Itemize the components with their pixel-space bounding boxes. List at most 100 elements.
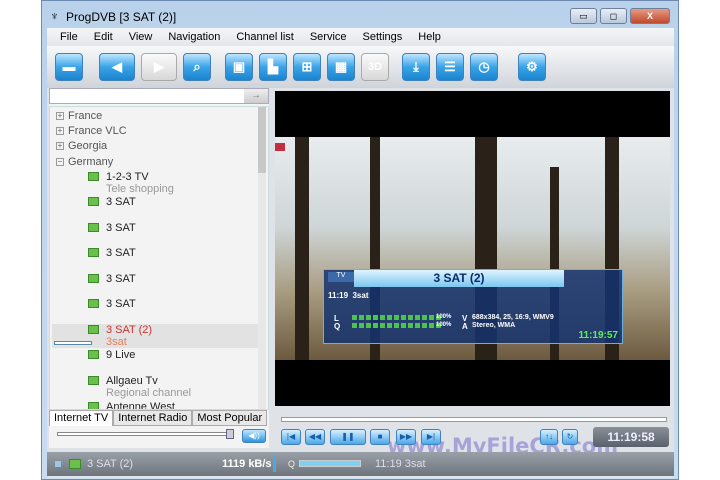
group-label: Georgia xyxy=(68,140,108,152)
tv-icon xyxy=(88,299,99,308)
level-indicator xyxy=(273,456,276,472)
tab-internet-tv[interactable]: Internet TV xyxy=(49,410,114,426)
fast-forward-button[interactable]: ▶▶ xyxy=(396,429,416,445)
channel-name: 3 SAT (2) xyxy=(106,324,153,336)
tv-icon xyxy=(88,350,99,359)
close-button[interactable]: X xyxy=(630,8,670,24)
maximize-button[interactable]: ◻ xyxy=(600,8,627,24)
pause-button[interactable]: ❚❚ xyxy=(330,429,366,445)
volume-slider[interactable] xyxy=(57,429,234,439)
prev-button[interactable]: |◀ xyxy=(281,429,301,445)
tree-group-france-vlc[interactable]: + France VLC xyxy=(56,125,127,137)
audio-tracks-icon[interactable]: ↑↓ xyxy=(540,429,558,445)
player-clock: 11:19:58 xyxy=(593,427,669,447)
osd-panel: TV 3 SAT (2) 11:19 3sat L Q 100% 100% V … xyxy=(323,269,623,344)
osd-video-info: 688x384, 25, 16:9, WMV9 xyxy=(472,314,554,321)
next-button[interactable]: ▶| xyxy=(421,429,441,445)
channel-tree: + France + France VLC + Georgia − Germany 1-… xyxy=(49,106,269,410)
menu-file[interactable]: File xyxy=(60,28,78,46)
grid-4-icon[interactable]: ⊞ xyxy=(293,53,321,81)
refresh-icon[interactable]: ↻ xyxy=(562,429,578,445)
tree-group-germany[interactable]: − Germany xyxy=(56,156,113,168)
tv-icon xyxy=(88,325,99,334)
scheduler-icon[interactable]: ◷ xyxy=(470,53,498,81)
rewind-button[interactable]: ◀◀ xyxy=(305,429,325,445)
quality-meter xyxy=(299,460,361,467)
tab-internet-radio[interactable]: Internet Radio xyxy=(113,410,193,426)
channel-name: 3 SAT xyxy=(106,298,136,310)
settings-icon[interactable]: ⚙ xyxy=(518,53,546,81)
expand-icon[interactable]: + xyxy=(56,142,64,150)
group-label: Germany xyxy=(68,156,114,168)
tree-group-georgia[interactable]: + Georgia xyxy=(56,140,107,152)
channel-sub: Regional channel xyxy=(106,387,192,399)
corner-mode-icon[interactable]: ▙ xyxy=(259,53,287,81)
osd-quality: 100% xyxy=(436,322,452,328)
channel-name: 9 Live xyxy=(106,349,136,361)
channel-search-input[interactable]: → xyxy=(49,88,269,104)
3d-icon[interactable]: 3D xyxy=(361,53,389,81)
toolbar: ▬ ◀ ▶ ⌕ ▣ ▙ ⊞ ▦ 3D ⤓ ☰ ◷ ⚙ xyxy=(47,46,674,88)
channel-name: Antenne West xyxy=(106,401,175,410)
status-q-label: Q xyxy=(288,459,296,469)
minimize-button[interactable]: ▭ xyxy=(570,8,597,24)
menu-navigation[interactable]: Navigation xyxy=(168,28,220,46)
status-bar: 3 SAT (2) 1119 kB/s Q 11:19 3sat xyxy=(47,452,674,476)
menu-edit[interactable]: Edit xyxy=(94,28,113,46)
osd-time: 11:19 xyxy=(328,291,349,300)
collapse-icon[interactable]: − xyxy=(56,158,64,166)
menu-service[interactable]: Service xyxy=(310,28,347,46)
forward-icon[interactable]: ▶ xyxy=(141,53,177,81)
tv-icon xyxy=(88,274,99,283)
app-icon: ♆ xyxy=(50,9,59,23)
title-bar: ♆ ProgDVB [3 SAT (2)] ▭ ◻ X xyxy=(42,1,678,29)
list-icon[interactable]: ☰ xyxy=(436,53,464,81)
menu-settings[interactable]: Settings xyxy=(363,28,403,46)
tab-most-popular[interactable]: Most Popular xyxy=(192,410,268,426)
search-icon[interactable]: ⌕ xyxy=(183,53,211,81)
record-icon[interactable]: ⤓ xyxy=(402,53,430,81)
menu-channel-list[interactable]: Channel list xyxy=(236,28,293,46)
channel-name: 3 SAT xyxy=(106,222,136,234)
status-channel: 3 SAT (2) xyxy=(87,458,134,470)
channel-sub: Tele shopping xyxy=(106,183,174,195)
tv-icon xyxy=(88,376,99,385)
status-indicator-icon xyxy=(55,461,61,467)
mute-button[interactable]: ◀)) xyxy=(242,429,266,443)
menu-bar: File Edit View Navigation Channel list S… xyxy=(47,28,674,46)
tv-icon xyxy=(88,197,99,206)
quality-bar xyxy=(352,323,442,328)
osd-level: 100% xyxy=(436,314,452,320)
open-folder-icon[interactable]: ▬ xyxy=(55,53,83,81)
osd-clock: 11:19:57 xyxy=(578,330,618,341)
slider-knob[interactable] xyxy=(226,429,234,439)
video-panel[interactable]: TV 3 SAT (2) 11:19 3sat L Q 100% 100% V … xyxy=(275,91,670,406)
channel-name: 1-2-3 TV xyxy=(106,171,149,183)
status-epg: 11:19 3sat xyxy=(375,458,426,470)
channel-name: 3 SAT xyxy=(106,247,136,259)
tv-icon xyxy=(88,172,99,181)
tree-scrollbar[interactable] xyxy=(258,107,266,409)
back-icon[interactable]: ◀ xyxy=(99,53,135,81)
seek-bar[interactable] xyxy=(281,417,667,422)
scroll-thumb[interactable] xyxy=(258,107,266,173)
search-go-button[interactable]: → xyxy=(244,89,268,103)
expand-icon[interactable]: + xyxy=(56,127,64,135)
osd-program: 3sat xyxy=(352,291,369,300)
window-mode-icon[interactable]: ▣ xyxy=(225,53,253,81)
expand-icon[interactable]: + xyxy=(56,112,64,120)
osd-type: TV xyxy=(328,272,354,282)
tree-group-france[interactable]: + France xyxy=(56,110,102,122)
stop-button[interactable]: ■ xyxy=(370,429,390,445)
menu-view[interactable]: View xyxy=(129,28,153,46)
signal-bar xyxy=(54,341,92,345)
channel-name: Allgaeu Tv xyxy=(106,375,158,387)
channel-sub: 3sat xyxy=(106,336,127,348)
menu-help[interactable]: Help xyxy=(418,28,441,46)
status-bitrate: 1119 kB/s xyxy=(222,458,272,470)
osd-a-label: A xyxy=(462,322,468,331)
grid-many-icon[interactable]: ▦ xyxy=(327,53,355,81)
osd-q-label: Q xyxy=(334,322,341,331)
tv-icon xyxy=(88,223,99,232)
group-label: France xyxy=(68,110,103,122)
